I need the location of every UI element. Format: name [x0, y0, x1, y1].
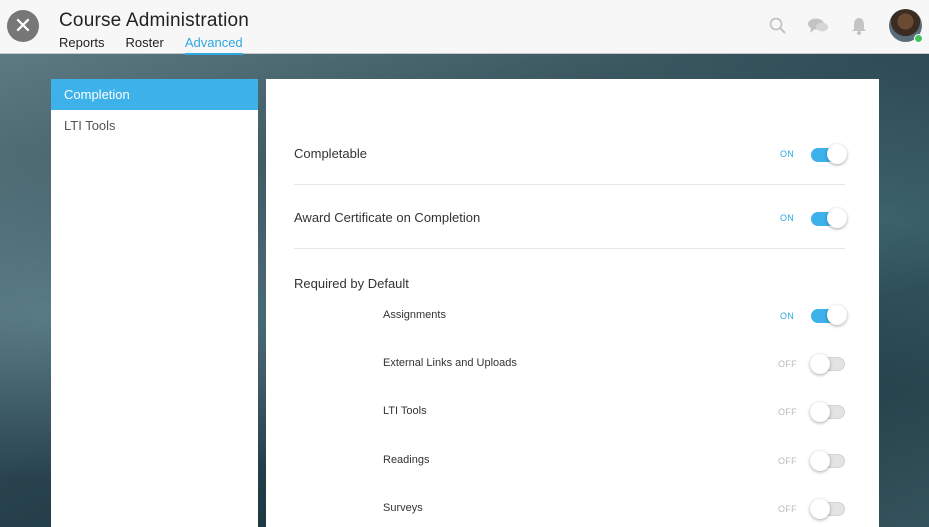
sidebar-item-completion[interactable]: Completion: [51, 79, 258, 110]
toggle-state-label: OFF: [778, 456, 797, 466]
readings-toggle[interactable]: [810, 451, 845, 471]
toggle-knob: [810, 451, 830, 471]
settings-panel: Completable ON Award Certificate on Comp…: [266, 79, 879, 527]
toggle-state-label: OFF: [778, 359, 797, 369]
toggle-knob: [810, 402, 830, 422]
award-certificate-toggle[interactable]: [811, 208, 847, 228]
toggle-state-label: ON: [780, 149, 795, 159]
tab-roster[interactable]: Roster: [126, 35, 164, 55]
toggle-knob: [810, 499, 830, 519]
setting-label: Completable: [294, 146, 367, 161]
header-bar: ✕ Course Administration Reports Roster A…: [0, 0, 929, 55]
required-by-default-heading: Required by Default: [294, 276, 409, 291]
required-item-lti-tools-label: LTI Tools: [383, 405, 427, 417]
surveys-toggle[interactable]: [810, 499, 845, 519]
tab-bar: Reports Roster Advanced: [59, 35, 243, 55]
assignments-toggle[interactable]: [811, 305, 847, 325]
toggle-knob: [827, 305, 847, 325]
bell-icon[interactable]: [849, 16, 869, 36]
chat-icon[interactable]: [807, 16, 828, 36]
completable-toggle[interactable]: [811, 144, 847, 164]
sidebar-item-lti-tools[interactable]: LTI Tools: [51, 110, 258, 141]
tab-advanced[interactable]: Advanced: [184, 35, 243, 55]
setting-row-completable: Completable ON: [294, 121, 847, 185]
tab-reports[interactable]: Reports: [59, 35, 105, 55]
online-status-indicator: [914, 34, 923, 43]
setting-row-award-certificate: Award Certificate on Completion ON: [294, 185, 847, 249]
required-item-assignments-label: Assignments: [383, 309, 446, 321]
toggle-state-label: OFF: [778, 407, 797, 417]
external-links-toggle[interactable]: [810, 354, 845, 374]
required-item-surveys-label: Surveys: [383, 502, 423, 514]
setting-label: Award Certificate on Completion: [294, 210, 481, 225]
toggle-state-label: ON: [780, 213, 795, 223]
page-title: Course Administration: [59, 10, 250, 31]
toggle-knob: [827, 144, 847, 164]
toggle-knob: [810, 354, 830, 374]
required-item-readings-label: Readings: [383, 454, 430, 466]
toggle-state-label: OFF: [778, 504, 797, 514]
required-item-external-links-label: External Links and Uploads: [383, 357, 517, 369]
lti-tools-toggle[interactable]: [810, 402, 845, 422]
sidebar: Completion LTI Tools: [51, 79, 258, 527]
close-button[interactable]: ✕: [7, 10, 39, 42]
search-icon[interactable]: [768, 16, 788, 36]
toggle-knob: [827, 208, 847, 228]
toggle-state-label: ON: [780, 311, 795, 321]
